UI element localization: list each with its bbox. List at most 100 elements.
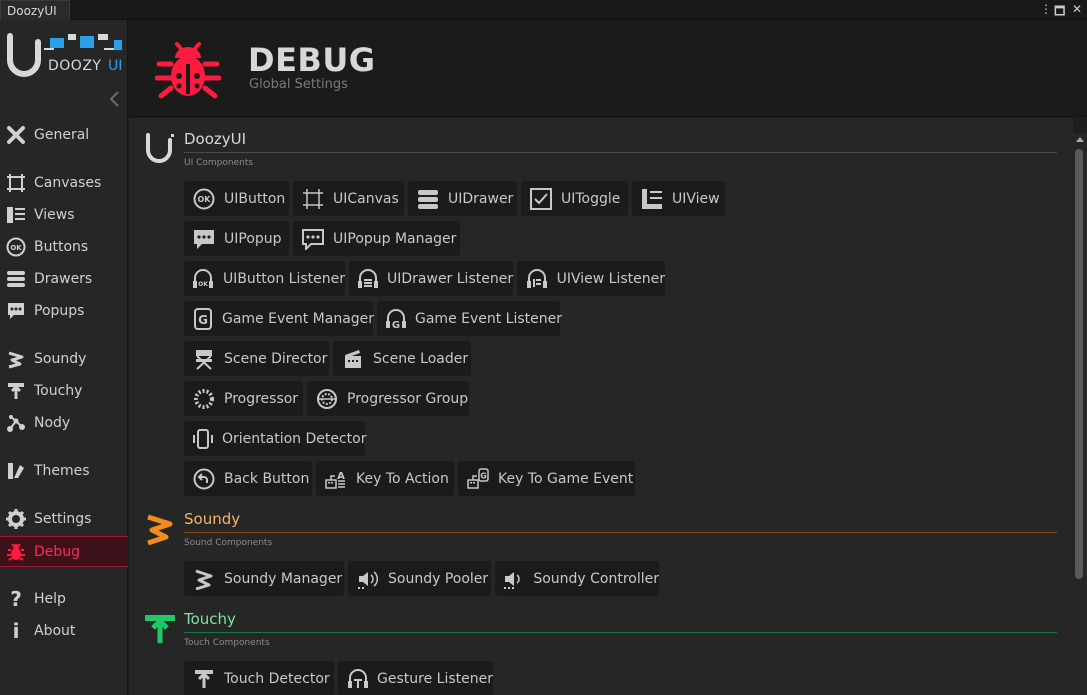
progressor-button[interactable]: Progressor bbox=[184, 381, 303, 416]
view-icon bbox=[640, 187, 664, 211]
view-icon bbox=[5, 204, 27, 226]
touch-detector-button[interactable]: Touch Detector bbox=[184, 661, 334, 695]
sidebar-item-label: Debug bbox=[34, 543, 81, 560]
uidrawer-button[interactable]: UIDrawer bbox=[408, 181, 517, 216]
close-icon[interactable]: ✕ bbox=[1072, 2, 1082, 16]
drawer-listener-icon bbox=[357, 267, 379, 291]
nody-icon bbox=[5, 412, 27, 434]
sidebar-item-label: Nody bbox=[34, 415, 71, 431]
progressor-group-button[interactable]: Progressor Group bbox=[307, 381, 469, 416]
sidebar-item-label: Soundy bbox=[34, 351, 87, 367]
page-subtitle: Global Settings bbox=[249, 77, 348, 92]
key-to-action-icon: A bbox=[324, 467, 348, 491]
sidebar-item-help[interactable]: ? Help bbox=[0, 585, 128, 613]
button-label: UIToggle bbox=[561, 190, 621, 207]
gesture-listener-button[interactable]: Gesture Listener bbox=[338, 661, 493, 695]
button-label: Key To Game Event bbox=[498, 470, 634, 487]
sidebar-item-popups[interactable]: Popups bbox=[0, 297, 128, 325]
scene-loader-button[interactable]: Scene Loader bbox=[333, 341, 471, 376]
sidebar-item-themes[interactable]: Themes bbox=[0, 457, 128, 485]
sidebar-item-views[interactable]: Views bbox=[0, 201, 128, 229]
progressor-icon bbox=[192, 387, 216, 411]
doozyui-section-title: DoozyUI bbox=[184, 130, 247, 148]
back-button-button[interactable]: Back Button bbox=[184, 461, 312, 496]
scroll-up-arrow-icon[interactable] bbox=[1076, 137, 1084, 142]
canvas-icon bbox=[301, 187, 325, 211]
info-icon: i bbox=[12, 619, 20, 643]
vertical-scrollbar[interactable] bbox=[1073, 133, 1087, 695]
doozyui-section-divider bbox=[184, 152, 1057, 153]
soundy-section-title: Soundy bbox=[184, 510, 241, 528]
sidebar-item-general[interactable]: General bbox=[0, 121, 128, 149]
director-chair-icon bbox=[192, 347, 216, 371]
canvas-icon bbox=[5, 172, 27, 194]
button-label: Key To Action bbox=[356, 470, 449, 487]
key-to-game-event-button[interactable]: G Key To Game Event bbox=[458, 461, 635, 496]
sidebar-item-about[interactable]: i About bbox=[0, 617, 128, 645]
collapse-sidebar-icon[interactable] bbox=[108, 90, 122, 108]
soundy-manager-button[interactable]: Soundy Manager bbox=[184, 561, 344, 596]
key-to-game-event-icon: G bbox=[466, 467, 490, 491]
uibutton-listener-button[interactable]: OK UIButton Listener bbox=[184, 261, 345, 296]
svg-text:OK: OK bbox=[10, 244, 22, 252]
uipopup-manager-button[interactable]: UIPopup Manager bbox=[293, 221, 460, 256]
editor-tab-bar: DoozyUI ⋮ 🗖 ✕ bbox=[0, 0, 1087, 21]
general-icon bbox=[5, 124, 27, 146]
sidebar-item-drawers[interactable]: Drawers bbox=[0, 265, 128, 293]
sidebar-item-debug[interactable]: Debug bbox=[0, 536, 128, 567]
soundy-icon bbox=[5, 348, 27, 370]
button-label: Progressor Group bbox=[347, 390, 469, 407]
button-label: Touch Detector bbox=[224, 670, 330, 687]
sidebar-item-canvases[interactable]: Canvases bbox=[0, 169, 128, 197]
touchy-section-subtitle: Touch Components bbox=[184, 638, 270, 648]
game-event-manager-button[interactable]: G Game Event Manager bbox=[184, 301, 374, 336]
soundy-section-icon bbox=[144, 513, 176, 546]
back-arrow-icon bbox=[192, 467, 216, 491]
uiview-listener-button[interactable]: UIView Listener bbox=[517, 261, 665, 296]
sidebar-item-label: General bbox=[34, 127, 90, 143]
phone-rotate-icon bbox=[192, 427, 214, 451]
ok-button-icon: OK bbox=[192, 187, 216, 211]
key-to-action-button[interactable]: A Key To Action bbox=[316, 461, 454, 496]
sidebar-item-soundy[interactable]: Soundy bbox=[0, 345, 128, 373]
sidebar-item-touchy[interactable]: Touchy bbox=[0, 377, 128, 405]
soundy-pooler-button[interactable]: Soundy Pooler bbox=[348, 561, 491, 596]
scene-director-button[interactable]: Scene Director bbox=[184, 341, 329, 376]
uidrawer-listener-button[interactable]: UIDrawer Listener bbox=[349, 261, 513, 296]
uiview-button[interactable]: UIView bbox=[632, 181, 725, 216]
soundy-section-divider bbox=[184, 532, 1057, 533]
button-label: UIPopup bbox=[224, 230, 282, 247]
page-title: DEBUG bbox=[248, 41, 376, 79]
button-label: UIButton bbox=[224, 190, 286, 207]
uicanvas-button[interactable]: UICanvas bbox=[293, 181, 404, 216]
uipopup-button[interactable]: UIPopup bbox=[184, 221, 289, 256]
button-label: Game Event Listener bbox=[415, 310, 563, 327]
orientation-detector-button[interactable]: Orientation Detector bbox=[184, 421, 367, 456]
button-label: Scene Loader bbox=[373, 350, 469, 367]
uibutton-button[interactable]: OK UIButton bbox=[184, 181, 289, 216]
button-label: UIView Listener bbox=[556, 270, 665, 287]
sidebar-item-nody[interactable]: Nody bbox=[0, 409, 128, 437]
game-event-listener-button[interactable]: G Game Event Listener bbox=[377, 301, 563, 336]
logo-text: DOOZY bbox=[48, 58, 102, 74]
themes-icon bbox=[5, 460, 27, 482]
more-options-icon[interactable]: ⋮ bbox=[1040, 2, 1052, 16]
button-label: UIDrawer bbox=[448, 190, 514, 207]
soundy-controller-button[interactable]: Soundy Controller bbox=[495, 561, 659, 596]
scrollbar-thumb[interactable] bbox=[1075, 149, 1083, 579]
bug-icon bbox=[5, 541, 27, 563]
button-label: UICanvas bbox=[333, 190, 399, 207]
svg-text:OK: OK bbox=[198, 195, 212, 204]
sidebar-item-label: Canvases bbox=[34, 175, 102, 191]
button-label: Soundy Controller bbox=[533, 570, 659, 587]
button-label: Gesture Listener bbox=[377, 670, 493, 687]
uitoggle-button[interactable]: UIToggle bbox=[521, 181, 628, 216]
window-tab[interactable]: DoozyUI bbox=[0, 0, 70, 21]
button-label: Back Button bbox=[224, 470, 310, 487]
view-listener-icon bbox=[525, 267, 549, 291]
sidebar-item-buttons[interactable]: OK Buttons bbox=[0, 233, 128, 261]
popup-icon bbox=[5, 300, 27, 322]
button-label: UIButton Listener bbox=[222, 270, 345, 287]
sidebar-item-settings[interactable]: Settings bbox=[0, 505, 128, 533]
button-label: UIView bbox=[672, 190, 720, 207]
